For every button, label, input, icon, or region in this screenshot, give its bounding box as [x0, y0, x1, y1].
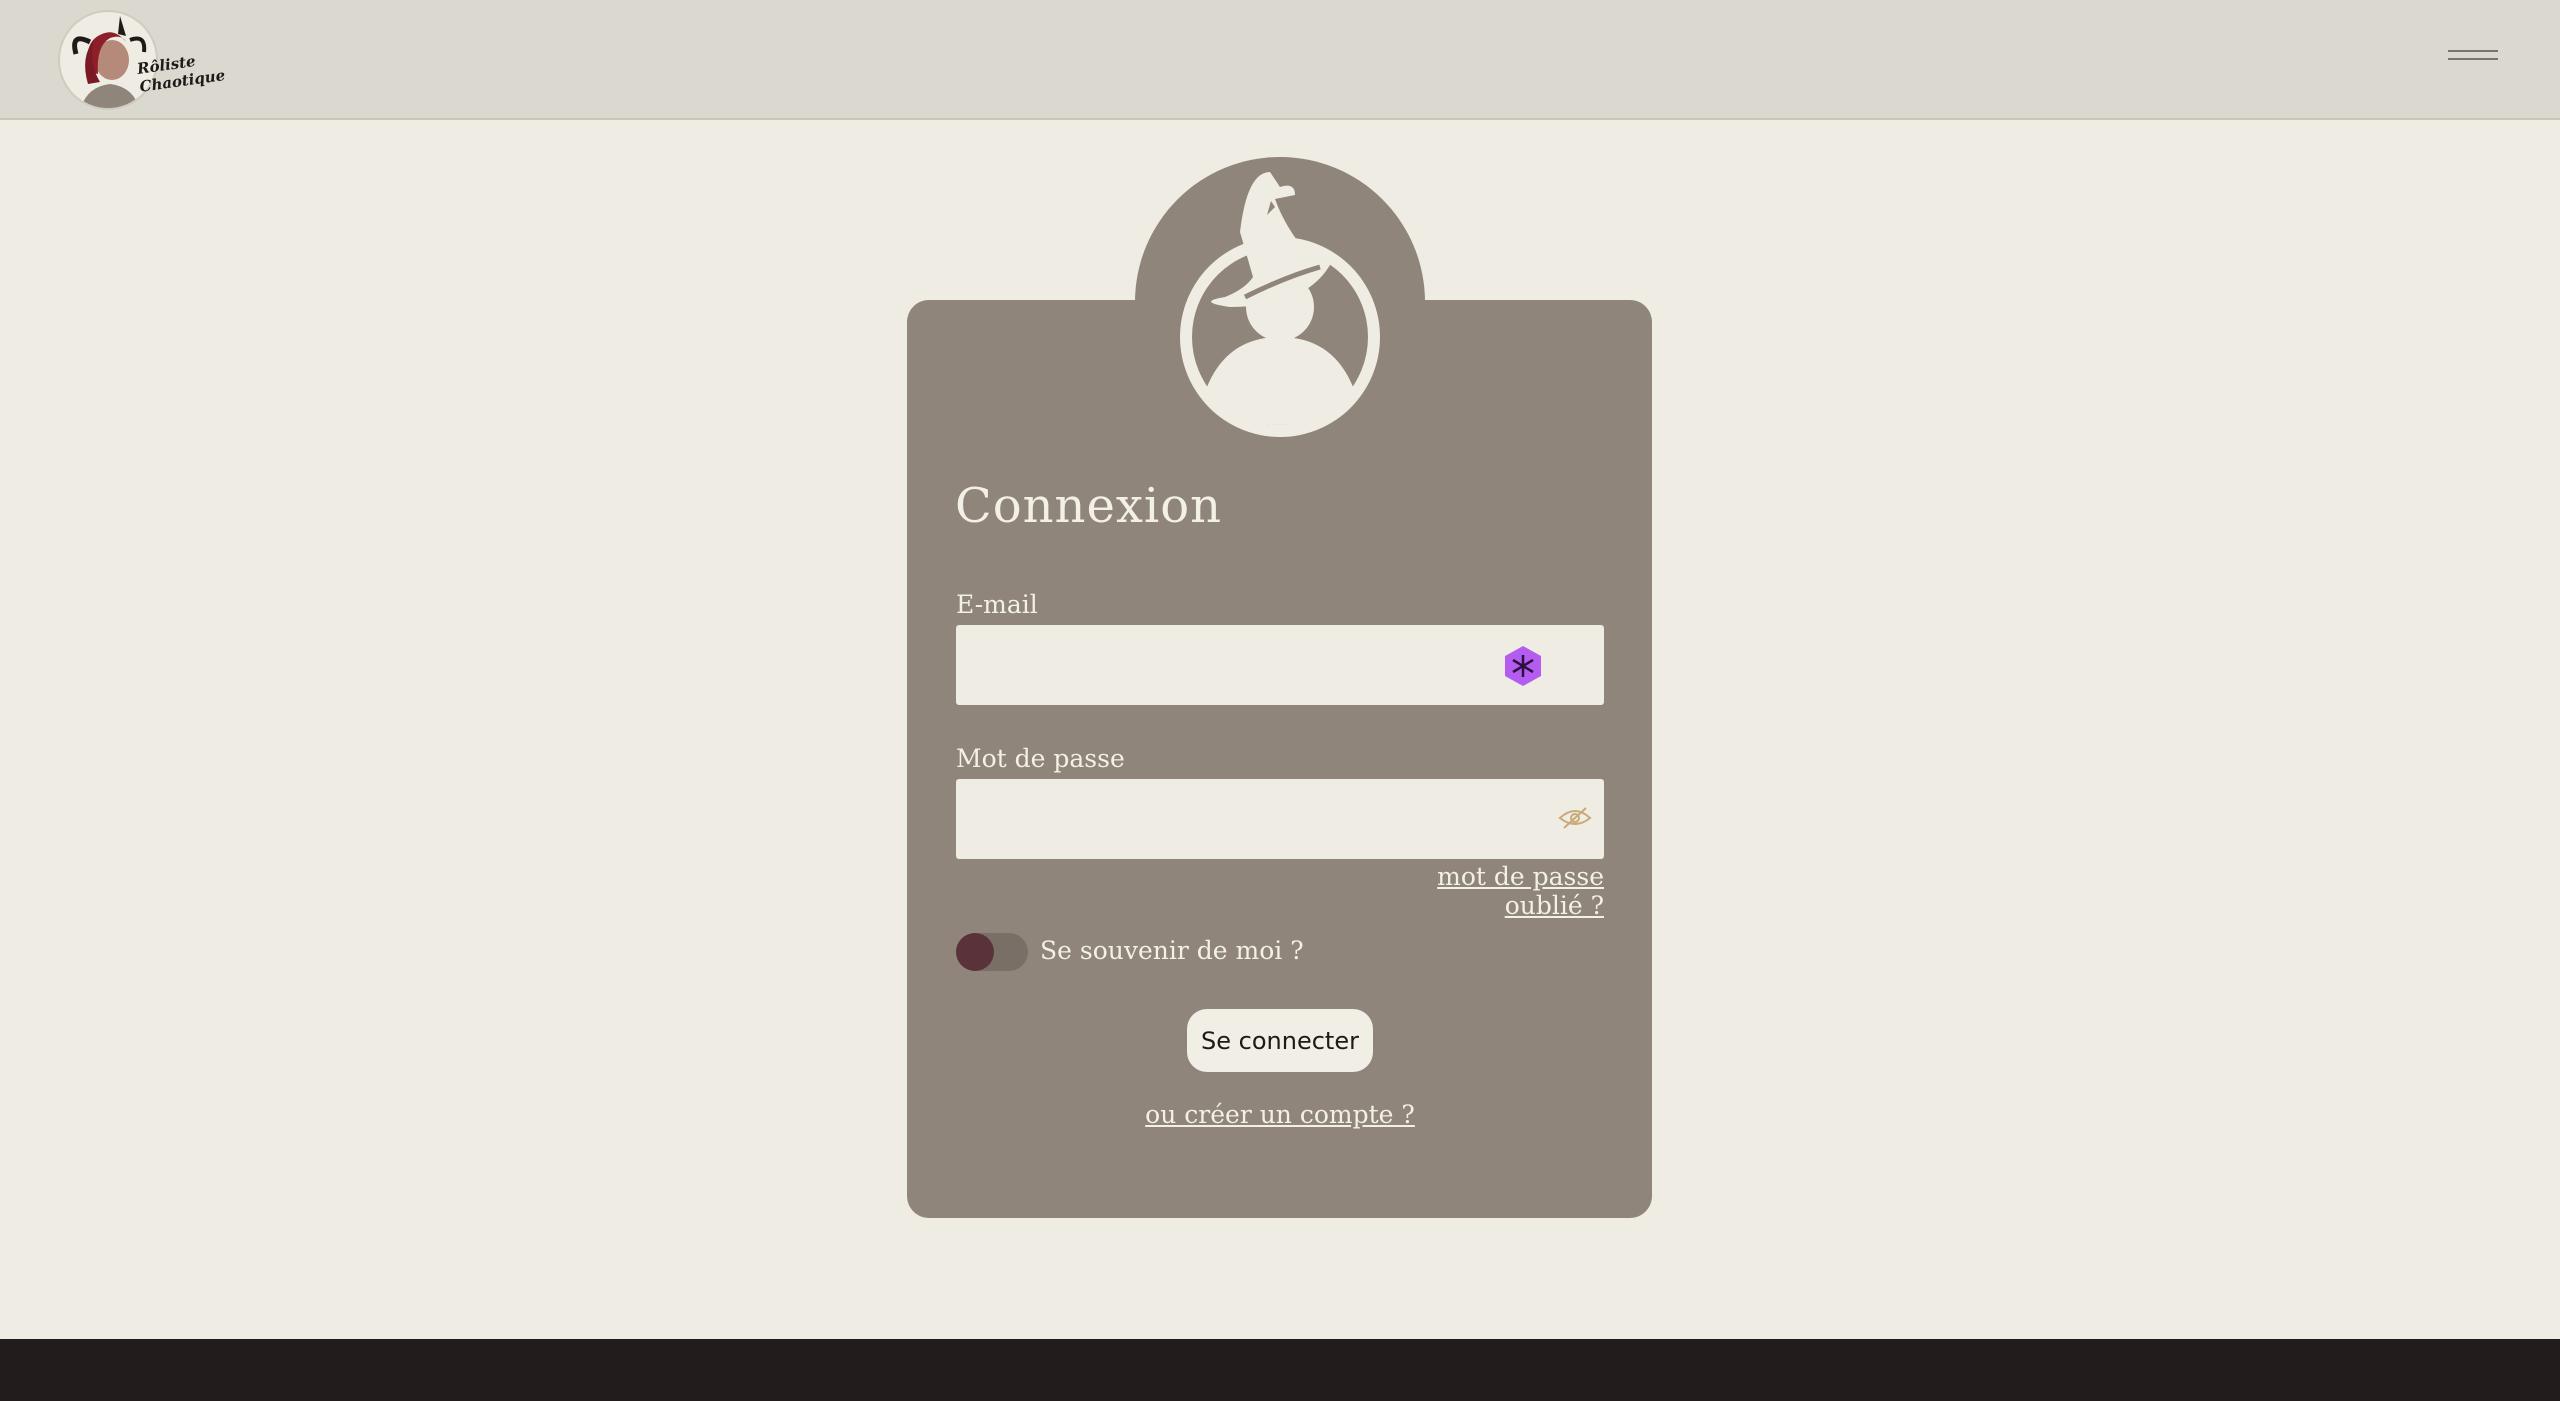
eye-icon[interactable] [1558, 804, 1592, 830]
password-manager-icon[interactable] [1504, 645, 1542, 687]
footer [0, 1339, 2560, 1401]
toggle-knob [956, 933, 994, 971]
remember-me-label: Se souvenir de moi ? [1040, 936, 1304, 965]
password-label: Mot de passe [956, 744, 1125, 773]
hamburger-icon[interactable] [2448, 50, 2498, 68]
menu-line [2448, 58, 2498, 60]
remember-me-toggle[interactable] [956, 933, 1028, 971]
create-account-link[interactable]: ou créer un compte ? [1100, 1100, 1460, 1129]
wizard-avatar-icon [1180, 172, 1380, 437]
login-button[interactable]: Se connecter [1187, 1009, 1373, 1072]
email-label: E-mail [956, 590, 1038, 619]
page-title: Connexion [955, 478, 1223, 534]
site-logo[interactable]: Rôliste Chaotique [58, 10, 226, 110]
menu-line [2448, 50, 2498, 52]
password-field[interactable] [956, 779, 1604, 859]
top-bar: Rôliste Chaotique [0, 0, 2560, 120]
forgot-password-link[interactable]: mot de passe oublié ? [1380, 862, 1604, 920]
